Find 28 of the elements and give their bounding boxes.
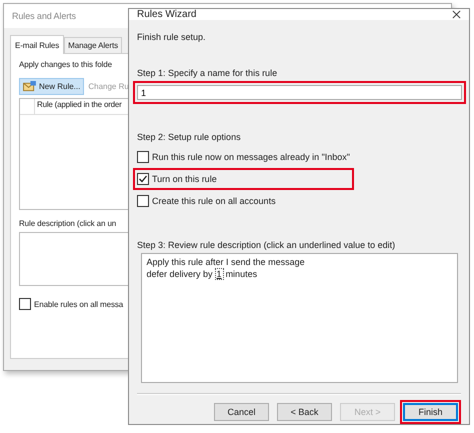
envelope-icon	[23, 81, 36, 92]
folder-label: Apply changes to this folde	[19, 60, 112, 69]
checkbox[interactable]	[19, 298, 31, 310]
checkbox[interactable]	[137, 195, 149, 207]
value-link[interactable]: 1	[214, 268, 224, 280]
dialog-button[interactable]: Finish	[403, 403, 458, 421]
new-rule-button[interactable]: New Rule...	[19, 78, 84, 95]
close-icon[interactable]	[452, 10, 461, 19]
column-header[interactable]: Rule (applied in the order	[35, 99, 124, 114]
checkbox-label: Enable rules on all messa	[34, 300, 124, 308]
rule-name-field[interactable]: 1	[137, 85, 462, 100]
description-line: Apply this rule after I send the message	[146, 256, 306, 268]
checkbox-label: Run this rule now on messages already in "Inbox"	[152, 152, 350, 162]
checkbox-label: Turn on this rule	[152, 174, 217, 184]
checkbox[interactable]	[137, 173, 149, 185]
dialog-button[interactable]: Cancel	[214, 403, 269, 421]
description-line: defer delivery by 1 minutes	[146, 268, 258, 280]
tab[interactable]: Manage Alerts	[64, 37, 122, 53]
checkbox[interactable]	[137, 151, 149, 163]
description-label: Rule description (click an un	[19, 219, 116, 228]
dialog-heading: Finish rule setup.	[137, 32, 206, 42]
tab[interactable]: E-mail Rules	[10, 35, 64, 54]
step-label: Step 3: Review rule description (click an underlined value to edit)	[137, 240, 396, 250]
step-label: Step 1: Specify a name for this rule	[137, 68, 278, 78]
checkbox-label: Create this rule on all accounts	[152, 196, 276, 206]
step-label: Step 2: Setup rule options	[137, 132, 241, 142]
dialog-title: Rules Wizard	[137, 9, 196, 20]
dialog-button[interactable]: < Back	[277, 403, 332, 421]
